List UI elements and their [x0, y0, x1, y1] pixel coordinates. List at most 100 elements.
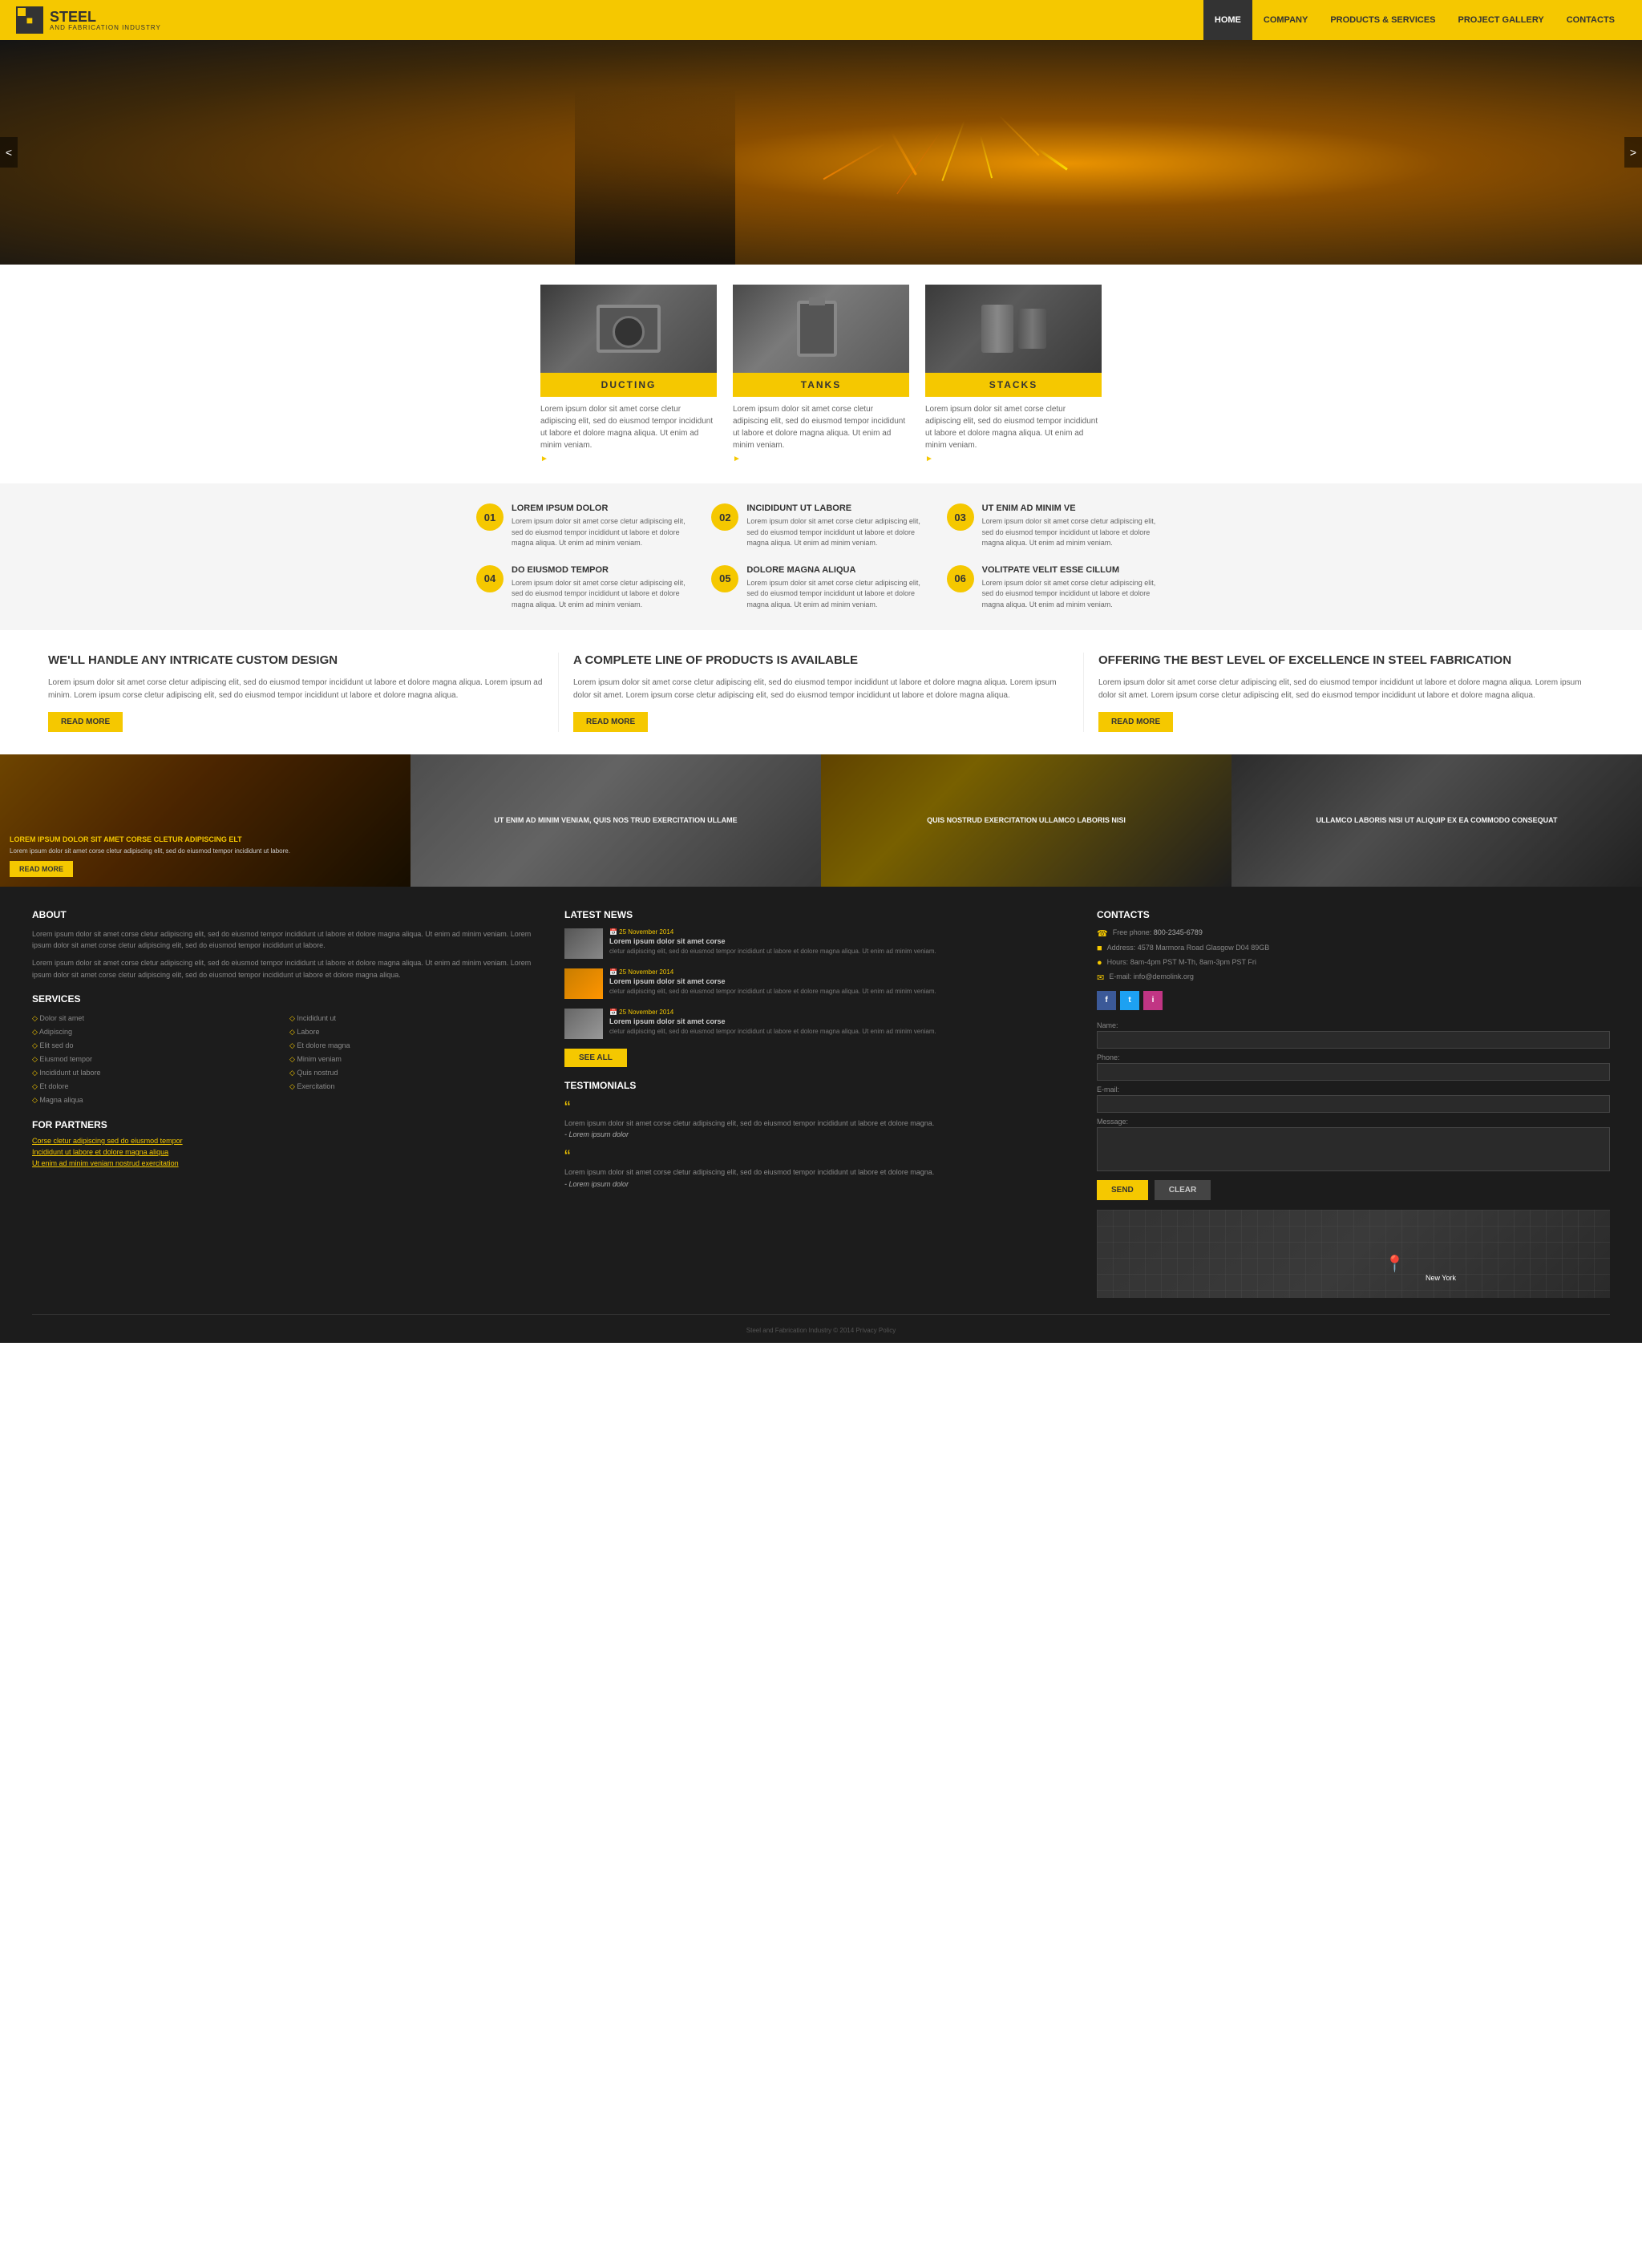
feature-num-04: 04 — [476, 565, 504, 592]
email-form-label: E-mail: — [1097, 1085, 1610, 1094]
partner-link-2[interactable]: Incididunt ut labore et dolore magna ali… — [32, 1148, 545, 1156]
feature-title-03: UT ENIM AD MINIM VE — [982, 503, 1166, 513]
feature-num-06: 06 — [947, 565, 974, 592]
nav-contacts[interactable]: CONTACTS — [1555, 0, 1626, 40]
nav-company[interactable]: COMPANY — [1252, 0, 1319, 40]
svc-8: ◇ Incididunt ut — [289, 1013, 545, 1025]
svc-9: ◇ Labore — [289, 1026, 545, 1038]
feature-content-05: DOLORE MAGNA ALIQUA Lorem ipsum dolor si… — [746, 565, 930, 611]
address-value: Address: 4578 Marmora Road Glasgow D04 8… — [1107, 944, 1270, 952]
testimonial-1: “ Lorem ipsum dolor sit amet corse cletu… — [564, 1099, 1078, 1139]
nav-products[interactable]: PRODUCTS & SERVICES — [1319, 0, 1446, 40]
col2-read-more-btn[interactable]: READ MORE — [573, 712, 648, 732]
name-label: Name: — [1097, 1021, 1610, 1029]
col-custom-design: WE'LL HANDLE ANY INTRICATE CUSTOM DESIGN… — [48, 653, 559, 732]
col-excellence: OFFERING THE BEST LEVEL OF EXCELLENCE IN… — [1084, 653, 1594, 732]
feature-title-04: DO EIUSMOD TEMPOR — [512, 565, 695, 575]
gallery-strip: LOREM IPSUM DOLOR SIT AMET CORSE CLETUR … — [0, 754, 1642, 887]
footer-services-heading: SERVICES — [32, 993, 545, 1005]
gallery-title-3: QUIS NOSTRUD EXERCITATION ULLAMCO LABORI… — [831, 816, 1222, 824]
footer-middle-col: LATEST NEWS 📅 25 November 2014 Lorem ips… — [564, 909, 1078, 1298]
send-button[interactable]: SEND — [1097, 1180, 1148, 1200]
news-content-3: 📅 25 November 2014 Lorem ipsum dolor sit… — [609, 1009, 936, 1039]
gallery-desc-1: Lorem ipsum dolor sit amet corse cletur … — [10, 847, 401, 855]
svc-4: ◇ Eiusmod tempor — [32, 1053, 288, 1065]
col-products: A COMPLETE LINE OF PRODUCTS IS AVAILABLE… — [559, 653, 1084, 732]
stacks-link[interactable]: ► — [925, 455, 933, 463]
gallery-item-3: QUIS NOSTRUD EXERCITATION ULLAMCO LABORI… — [821, 754, 1232, 887]
phone-icon: ☎ — [1097, 928, 1108, 939]
form-row-message: Message: — [1097, 1118, 1610, 1174]
clear-button[interactable]: CLEAR — [1155, 1180, 1211, 1200]
hours-value: Hours: 8am-4pm PST M-Th, 8am-3pm PST Fri — [1107, 958, 1256, 966]
feature-num-03: 03 — [947, 503, 974, 531]
instagram-icon[interactable]: i — [1143, 991, 1163, 1010]
phone-label: Free phone: 800-2345-6789 — [1113, 928, 1203, 936]
nav-home[interactable]: HOME — [1203, 0, 1252, 40]
svc-10: ◇ Et dolore magna — [289, 1040, 545, 1052]
gallery-btn-1[interactable]: READ MORE — [10, 861, 73, 877]
tanks-link[interactable]: ► — [733, 455, 741, 463]
logo-subtitle: AND FABRICATION INDUSTRY — [50, 24, 161, 31]
col2-text: Lorem ipsum dolor sit amet corse cletur … — [573, 677, 1069, 702]
news-thumb-1 — [564, 928, 603, 959]
col1-read-more-btn[interactable]: READ MORE — [48, 712, 123, 732]
gallery-overlay-1: LOREM IPSUM DOLOR SIT AMET CORSE CLETUR … — [0, 754, 410, 887]
news-title-3: Lorem ipsum dolor sit amet corse — [609, 1017, 936, 1025]
feature-item-05: 05 DOLORE MAGNA ALIQUA Lorem ipsum dolor… — [711, 565, 930, 611]
hero-section: < > — [0, 40, 1642, 265]
col3-title: OFFERING THE BEST LEVEL OF EXCELLENCE IN… — [1098, 653, 1594, 669]
footer-about-heading: ABOUT — [32, 909, 545, 920]
news-content-1: 📅 25 November 2014 Lorem ipsum dolor sit… — [609, 928, 936, 959]
gallery-item-2: UT ENIM AD MINIM VENIAM, QUIS NOS TRUD E… — [410, 754, 821, 887]
email-input[interactable] — [1097, 1095, 1610, 1113]
feature-num-02: 02 — [711, 503, 738, 531]
svc-12: ◇ Quis nostrud — [289, 1067, 545, 1079]
col3-read-more-btn[interactable]: READ MORE — [1098, 712, 1173, 732]
svc-6: ◇ Et dolore — [32, 1081, 288, 1093]
feature-title-01: LOREM IPSUM DOLOR — [512, 503, 695, 513]
address-icon: ■ — [1097, 944, 1102, 953]
feature-desc-06: Lorem ipsum dolor sit amet corse cletur … — [982, 578, 1166, 611]
feature-title-06: VOLITPATE VELIT ESSE CILLUM — [982, 565, 1166, 575]
features-grid: 01 LOREM IPSUM DOLOR Lorem ipsum dolor s… — [476, 503, 1166, 610]
gallery-title-4: ULLAMCO LABORIS NISI UT ALIQUIP EX EA CO… — [1241, 816, 1632, 824]
feature-item-06: 06 VOLITPATE VELIT ESSE CILLUM Lorem ips… — [947, 565, 1166, 611]
footer-left-col: ABOUT Lorem ipsum dolor sit amet corse c… — [32, 909, 545, 1298]
svc-11: ◇ Minim veniam — [289, 1053, 545, 1065]
gallery-item-4: ULLAMCO LABORIS NISI UT ALIQUIP EX EA CO… — [1232, 754, 1642, 887]
map-label: New York — [1426, 1274, 1456, 1282]
gallery-item-1: LOREM IPSUM DOLOR SIT AMET CORSE CLETUR … — [0, 754, 410, 887]
feature-item-04: 04 DO EIUSMOD TEMPOR Lorem ipsum dolor s… — [476, 565, 695, 611]
feature-title-05: DOLORE MAGNA ALIQUA — [746, 565, 930, 575]
hero-prev-btn[interactable]: < — [0, 137, 18, 168]
phone-input[interactable] — [1097, 1063, 1610, 1081]
testimonial-text-2: Lorem ipsum dolor sit amet corse cletur … — [564, 1167, 1078, 1178]
ducting-link[interactable]: ► — [540, 455, 548, 463]
nav-gallery[interactable]: PROJECT GALLERY — [1447, 0, 1555, 40]
partner-link-1[interactable]: Corse cletur adipiscing sed do eiusmod t… — [32, 1137, 545, 1145]
partner-link-3[interactable]: Ut enim ad minim veniam nostrud exercita… — [32, 1159, 545, 1167]
svc-13: ◇ Exercitation — [289, 1081, 545, 1093]
col1-text: Lorem ipsum dolor sit amet corse cletur … — [48, 677, 544, 702]
footer-partners-heading: FOR PARTNERS — [32, 1119, 545, 1130]
gallery-overlay-4: ULLAMCO LABORIS NISI UT ALIQUIP EX EA CO… — [1232, 754, 1642, 887]
feature-content-03: UT ENIM AD MINIM VE Lorem ipsum dolor si… — [982, 503, 1166, 549]
feature-item-02: 02 INCIDIDUNT UT LABORE Lorem ipsum dolo… — [711, 503, 930, 549]
testimonial-2: “ Lorem ipsum dolor sit amet corse cletu… — [564, 1148, 1078, 1188]
name-input[interactable] — [1097, 1031, 1610, 1049]
feature-content-01: LOREM IPSUM DOLOR Lorem ipsum dolor sit … — [512, 503, 695, 549]
see-all-btn[interactable]: SEE ALL — [564, 1049, 627, 1067]
ducting-label: DUCTING — [540, 373, 717, 397]
testimonial-author-2: - Lorem ipsum dolor — [564, 1180, 1078, 1188]
stacks-desc: Lorem ipsum dolor sit amet corse cletur … — [925, 403, 1102, 451]
twitter-icon[interactable]: t — [1120, 991, 1139, 1010]
message-input[interactable] — [1097, 1127, 1610, 1171]
contact-phone: ☎ Free phone: 800-2345-6789 — [1097, 928, 1610, 939]
facebook-icon[interactable]: f — [1097, 991, 1116, 1010]
hero-next-btn[interactable]: > — [1624, 137, 1642, 168]
logo: ■ STEEL AND FABRICATION INDUSTRY — [16, 6, 161, 34]
services-list: ◇ Dolor sit amet ◇ Incididunt ut ◇ Adipi… — [32, 1013, 545, 1106]
services-section: DUCTING Lorem ipsum dolor sit amet corse… — [0, 265, 1642, 483]
form-row-name: Name: — [1097, 1021, 1610, 1049]
